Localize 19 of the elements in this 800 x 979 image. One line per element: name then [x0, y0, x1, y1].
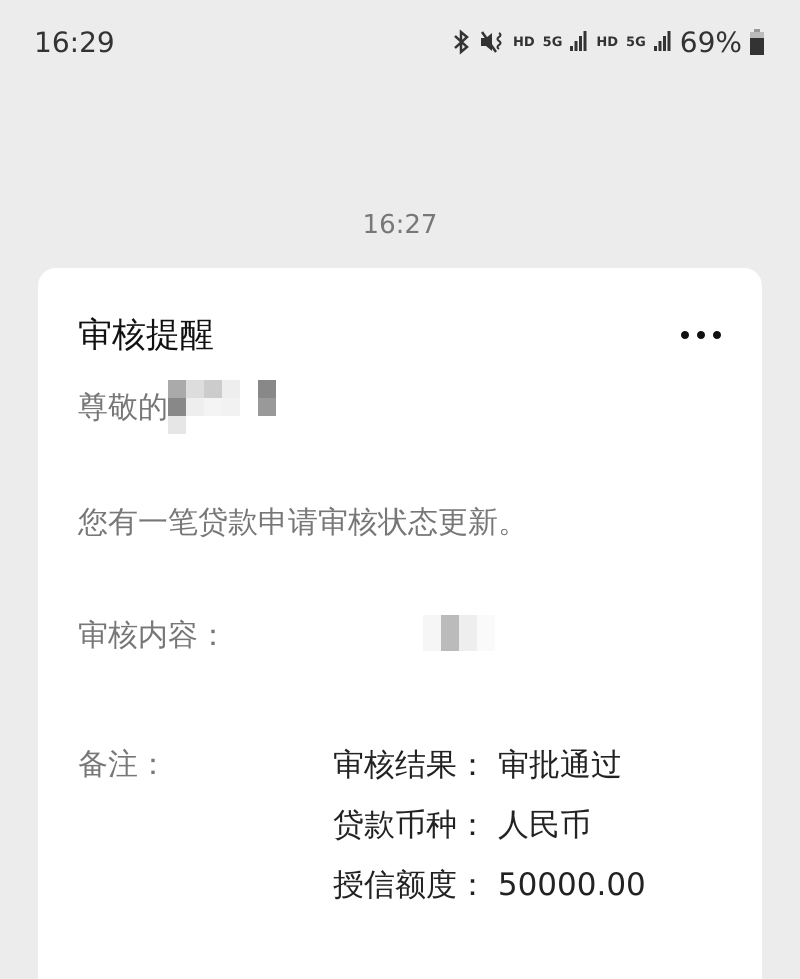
signal-icon — [570, 31, 588, 53]
greeting-text: 尊敬的 — [78, 388, 168, 426]
detail-line: 贷款币种： 人民币 — [333, 806, 592, 845]
hd-label: HD — [512, 34, 535, 50]
detail-line: 审核结果： 审批通过 — [333, 746, 623, 785]
signal-icon — [654, 31, 672, 53]
message-body: 您有一笔贷款申请审核状态更新。 — [78, 504, 529, 542]
card-title: 审核提醒 — [78, 314, 214, 357]
field-label: 审核内容： — [78, 617, 229, 655]
more-icon[interactable] — [680, 330, 722, 340]
field-label: 备注： — [78, 746, 169, 784]
detail-line: 授信额度： 50000.00 — [333, 866, 646, 905]
network-label: 5G — [542, 34, 562, 50]
battery-percent: 69% — [680, 26, 742, 58]
hd-label: HD — [596, 34, 618, 50]
battery-icon — [750, 29, 764, 55]
network-label: 5G — [626, 34, 646, 50]
message-timestamp: 16:27 — [362, 210, 438, 240]
status-time: 16:29 — [34, 26, 115, 58]
